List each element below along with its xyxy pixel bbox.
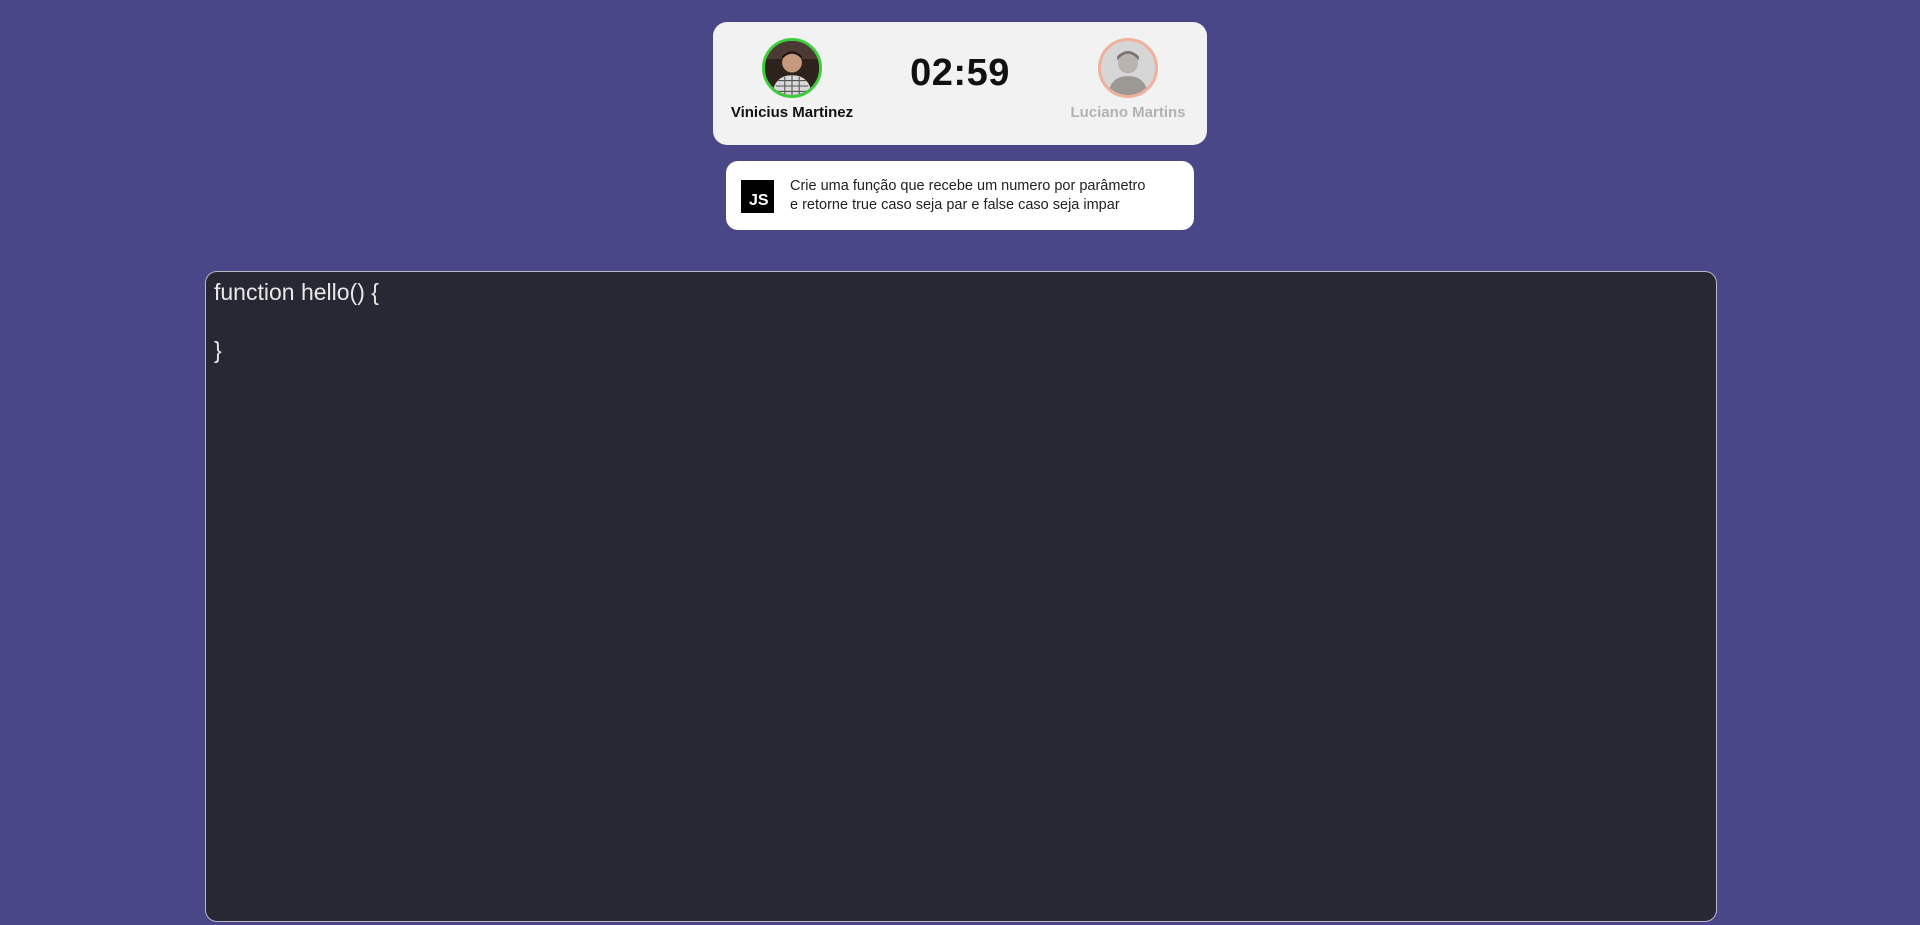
challenge-line-1: Crie uma função que recebe um numero por… bbox=[790, 178, 1146, 194]
challenge-card: JS Crie uma função que recebe um numero … bbox=[726, 161, 1194, 230]
javascript-logo-icon: JS bbox=[741, 180, 774, 213]
person-photo-icon bbox=[1101, 41, 1155, 95]
avatar-player-right bbox=[1098, 38, 1158, 98]
player-right: Luciano Martins bbox=[1053, 38, 1203, 121]
player-left-name: Vinicius Martinez bbox=[730, 104, 854, 121]
code-line[interactable]: function hello() { bbox=[214, 278, 1708, 307]
code-editor[interactable]: function hello() { } bbox=[205, 271, 1717, 922]
code-line[interactable] bbox=[214, 307, 1708, 336]
challenge-line-2: e retorne true caso seja par e false cas… bbox=[790, 197, 1120, 213]
scoreboard: Vinicius Martinez 02:59 Luciano Martins bbox=[713, 22, 1207, 145]
challenge-description: Crie uma função que recebe um numero por… bbox=[790, 177, 1185, 215]
player-right-name: Luciano Martins bbox=[1070, 104, 1186, 121]
code-line[interactable]: } bbox=[214, 336, 1708, 365]
